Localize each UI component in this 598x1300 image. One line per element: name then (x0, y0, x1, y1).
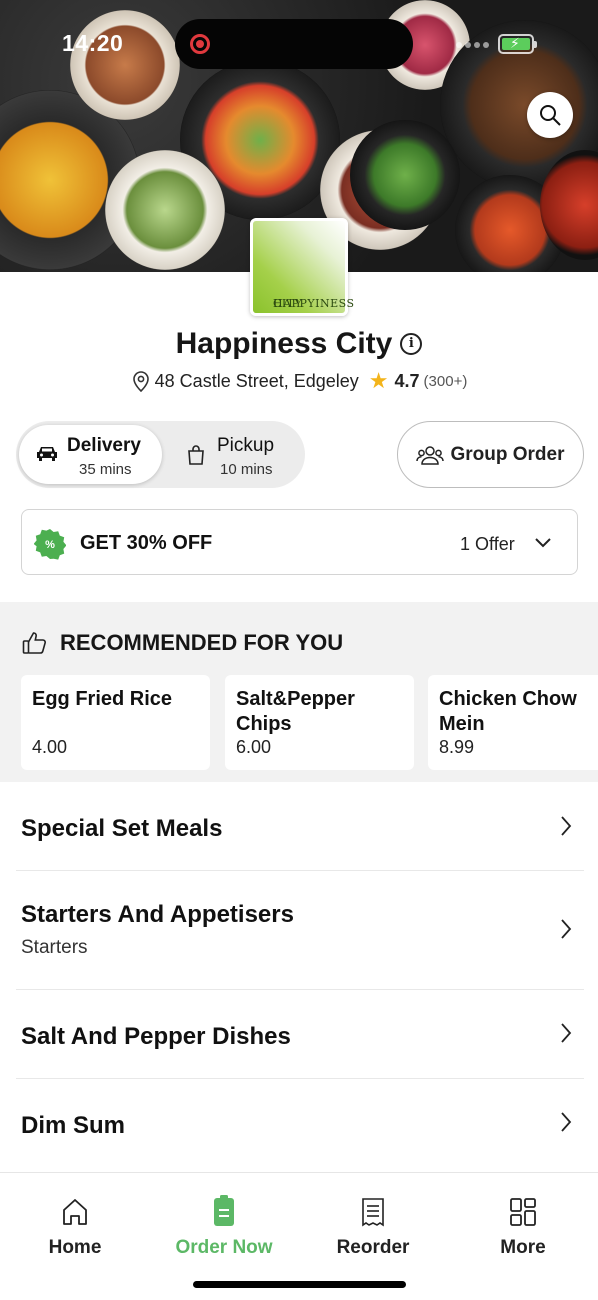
restaurant-address: 48 Castle Street, Edgeley (154, 370, 359, 391)
delivery-time: 35 mins (79, 461, 132, 478)
recommended-item-card[interactable]: Chicken Chow Mein 8.99 (428, 675, 598, 770)
item-price: 4.00 (32, 737, 68, 757)
discount-badge-icon: % (34, 529, 66, 560)
category-subtitle: Starters (21, 937, 88, 958)
home-icon (63, 1199, 87, 1225)
offer-count: 1 Offer (460, 534, 515, 554)
receipt-icon (362, 1198, 384, 1227)
tab-label: More (500, 1237, 546, 1258)
restaurant-name: Happiness City (175, 327, 393, 361)
item-price: 6.00 (236, 737, 272, 757)
chevron-down-icon (535, 538, 551, 548)
group-order-button[interactable]: Group Order (397, 421, 584, 488)
recommended-item-card[interactable]: Salt&Pepper Chips 6.00 (225, 675, 414, 770)
pickup-option[interactable]: Pickup 10 mins (176, 425, 301, 484)
pickup-label: Pickup (217, 435, 275, 456)
tab-order-now[interactable]: Order Now (169, 1193, 279, 1259)
category-row-special-set-meals[interactable]: Special Set Meals (16, 782, 584, 871)
svg-text:%: % (45, 539, 55, 551)
restaurant-title: Happiness City i (0, 326, 598, 361)
status-bar: 14:20 (0, 0, 598, 80)
item-name: Salt&Pepper Chips (236, 688, 355, 735)
category-title: Special Set Meals (21, 815, 223, 842)
signal-icon (456, 42, 490, 50)
home-indicator[interactable] (193, 1281, 406, 1288)
pickup-time: 10 mins (220, 461, 273, 478)
thumbs-up-icon (22, 632, 46, 654)
search-icon (540, 105, 561, 126)
recommended-title: RECOMMENDED FOR YOU (60, 630, 344, 655)
location-pin-icon (132, 371, 149, 392)
rating-value: 4.7 (394, 370, 420, 391)
tab-label: Home (48, 1237, 102, 1258)
tab-more[interactable]: More (468, 1193, 578, 1259)
chevron-right-icon (561, 1023, 572, 1043)
category-row-salt-and-pepper-dishes[interactable]: Salt And Pepper Dishes (16, 990, 584, 1079)
offer-banner[interactable]: % GET 30% OFF 1 Offer (21, 509, 578, 575)
info-icon[interactable]: i (400, 333, 423, 356)
grid-icon (510, 1198, 536, 1226)
battery-icon (498, 34, 537, 54)
car-icon (37, 447, 57, 461)
recommended-item-card[interactable]: Egg Fried Rice 4.00 (21, 675, 210, 770)
offer-text: GET 30% OFF (80, 532, 213, 554)
restaurant-logo: HAPPYINESS CITY (250, 218, 354, 316)
star-icon: ★ (368, 368, 389, 393)
delivery-option[interactable]: Delivery 35 mins (19, 425, 162, 484)
category-title: Dim Sum (21, 1112, 126, 1139)
shopping-bag-icon (188, 445, 204, 465)
review-count: (300+) (423, 372, 468, 390)
tab-label: Reorder (336, 1237, 410, 1258)
category-row-dim-sum[interactable]: Dim Sum (16, 1079, 584, 1172)
logo-text-line2: CITY (273, 297, 303, 310)
search-button[interactable] (527, 92, 573, 138)
chevron-right-icon (561, 816, 572, 836)
tab-home[interactable]: Home (20, 1193, 130, 1259)
category-title: Salt And Pepper Dishes (21, 1023, 291, 1050)
item-name: Chicken Chow Mein (439, 688, 577, 735)
group-order-label: Group Order (450, 443, 565, 465)
tab-reorder[interactable]: Reorder (318, 1193, 428, 1259)
order-icon (214, 1195, 234, 1226)
chevron-right-icon (561, 1112, 572, 1132)
category-title: Starters And Appetisers (21, 901, 294, 928)
tab-label: Order Now (175, 1237, 273, 1258)
delivery-label: Delivery (67, 435, 141, 456)
group-users-icon (416, 445, 445, 465)
chevron-right-icon (561, 919, 572, 939)
recommended-header: RECOMMENDED FOR YOU (22, 630, 343, 656)
recording-indicator-icon (190, 34, 210, 54)
category-row-starters-and-appetisers[interactable]: Starters And Appetisers Starters (16, 871, 584, 990)
item-name: Egg Fried Rice (32, 688, 173, 710)
status-time: 14:20 (62, 30, 124, 56)
fulfilment-toggle: Delivery 35 mins Pickup 10 mins (16, 421, 305, 488)
item-price: 8.99 (439, 737, 475, 757)
recommended-section: RECOMMENDED FOR YOU Egg Fried Rice 4.00 … (0, 602, 598, 782)
address-row: 48 Castle Street, Edgeley ★ 4.7 (300+) (0, 370, 598, 392)
dynamic-island (175, 19, 413, 69)
